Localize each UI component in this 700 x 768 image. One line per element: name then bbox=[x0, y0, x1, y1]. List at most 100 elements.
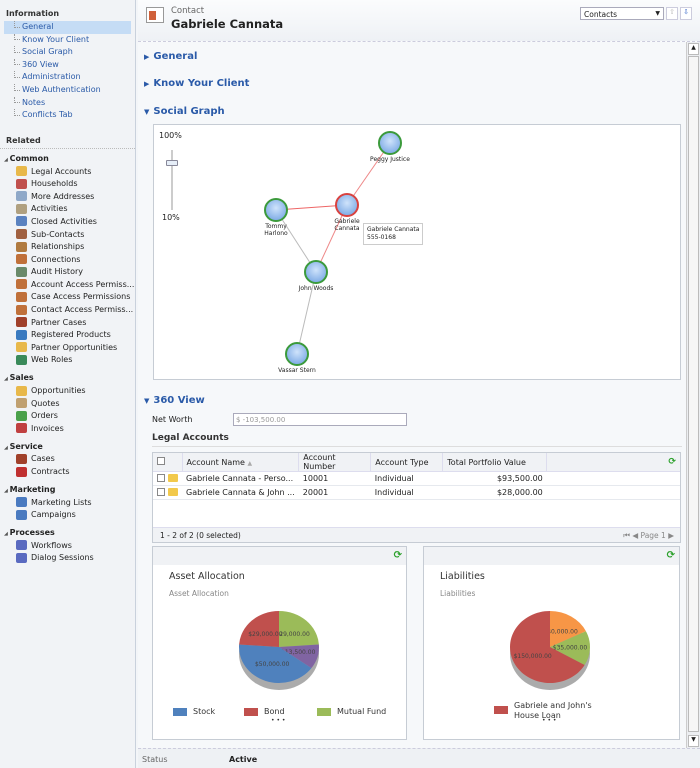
expand-icon: ▶ bbox=[144, 80, 150, 88]
sidebar-item-registered-products[interactable]: Registered Products bbox=[0, 328, 135, 341]
group-processes[interactable]: Processes bbox=[0, 527, 135, 539]
sidebar-item-label: Case Access Permissions bbox=[31, 292, 131, 302]
node-gabriele-cannata[interactable] bbox=[335, 193, 359, 217]
legend-more[interactable]: • • • bbox=[271, 717, 285, 724]
sidebar-item-label: Contact Access Permiss... bbox=[31, 305, 134, 315]
relationships-icon bbox=[16, 241, 27, 252]
legend-swatch bbox=[494, 706, 508, 714]
sidebar-link-360-view[interactable]: 360 View bbox=[4, 58, 131, 72]
cases-icon bbox=[16, 453, 27, 464]
node-john-woods[interactable] bbox=[304, 260, 328, 284]
column-total-portfolio-value[interactable]: Total Portfolio Value bbox=[442, 453, 548, 472]
node-peggy-justice[interactable] bbox=[378, 131, 402, 155]
sidebar-item-invoices[interactable]: Invoices bbox=[0, 422, 135, 435]
select-all-checkbox[interactable] bbox=[157, 457, 165, 465]
sidebar-item-activities[interactable]: Activities bbox=[0, 203, 135, 216]
previous-record-button[interactable]: ⇧ bbox=[666, 7, 678, 20]
vertical-scrollbar[interactable]: ▲ ▼ bbox=[686, 42, 700, 748]
section-title: 360 View bbox=[153, 395, 205, 406]
table-cell: 20001 bbox=[298, 485, 371, 500]
record-selector[interactable]: Contacts ▼ bbox=[580, 7, 664, 20]
sidebar-item-households[interactable]: Households bbox=[0, 177, 135, 190]
sidebar-item-web-roles[interactable]: Web Roles bbox=[0, 354, 135, 367]
column-account-name[interactable]: Account Name ▲ bbox=[182, 453, 300, 472]
sidebar-item-sub-contacts[interactable]: Sub-Contacts bbox=[0, 228, 135, 241]
first-page-icon[interactable]: ⏮ bbox=[623, 531, 630, 540]
permissions-icon bbox=[16, 291, 27, 302]
column-account-type[interactable]: Account Type bbox=[370, 453, 444, 472]
address-icon bbox=[16, 191, 27, 202]
sidebar-link-conflicts-tab[interactable]: Conflicts Tab bbox=[4, 109, 131, 122]
sidebar-item-cases[interactable]: Cases bbox=[0, 453, 135, 466]
previous-page-icon[interactable]: ◀ bbox=[632, 531, 638, 540]
row-checkbox[interactable] bbox=[157, 473, 165, 482]
sidebar-item-contact-access-permiss-[interactable]: Contact Access Permiss... bbox=[0, 303, 135, 316]
sidebar-item-legal-accounts[interactable]: Legal Accounts bbox=[0, 165, 135, 178]
group-marketing[interactable]: Marketing bbox=[0, 484, 135, 496]
folder-icon bbox=[168, 487, 178, 496]
sidebar-item-label: Workflows bbox=[31, 540, 72, 550]
sidebar-item-audit-history[interactable]: Audit History bbox=[0, 266, 135, 279]
node-vassar-stern[interactable] bbox=[285, 342, 309, 366]
section-360-view[interactable]: ▼ 360 View bbox=[144, 395, 205, 406]
pie-slice[interactable] bbox=[239, 611, 279, 647]
sidebar-item-campaigns[interactable]: Campaigns bbox=[0, 508, 135, 521]
row-checkbox[interactable] bbox=[157, 487, 165, 496]
sidebar-item-case-access-permissions[interactable]: Case Access Permissions bbox=[0, 291, 135, 304]
sidebar-item-more-addresses[interactable]: More Addresses bbox=[0, 190, 135, 203]
sidebar-item-opportunities[interactable]: Opportunities bbox=[0, 384, 135, 397]
node-tommy-harlono[interactable] bbox=[264, 198, 288, 222]
scroll-thumb[interactable] bbox=[688, 56, 699, 732]
section-know-your-client[interactable]: ▶ Know Your Client bbox=[144, 78, 249, 89]
record-header: Contact Gabriele Cannata Contacts ▼ ⇧ ⇩ bbox=[138, 0, 700, 42]
net-worth-field[interactable]: $ -103,500.00 bbox=[233, 413, 407, 426]
table-cell[interactable]: Gabriele Cannata - Perso... bbox=[182, 471, 299, 486]
sidebar-link-know-your-client[interactable]: Know Your Client bbox=[4, 33, 131, 47]
table-cell[interactable]: Gabriele Cannata & John ... bbox=[182, 485, 299, 500]
sidebar-link-social-graph[interactable]: Social Graph bbox=[4, 46, 131, 59]
scroll-up-button[interactable]: ▲ bbox=[688, 43, 699, 55]
sidebar-item-orders[interactable]: Orders bbox=[0, 409, 135, 422]
scroll-down-button[interactable]: ▼ bbox=[688, 735, 699, 747]
pie-slice[interactable] bbox=[279, 611, 319, 647]
sidebar-item-label: Contracts bbox=[31, 467, 70, 477]
page-number: Page 1 bbox=[640, 531, 666, 540]
sidebar-item-marketing-lists[interactable]: Marketing Lists bbox=[0, 496, 135, 509]
social-graph-canvas[interactable]: 100% 10% Peggy Justice Gabriele Cannata … bbox=[153, 124, 681, 380]
sidebar-link-general[interactable]: General bbox=[4, 21, 131, 34]
section-general[interactable]: ▶ General bbox=[144, 51, 197, 62]
sidebar-item-label: Activities bbox=[31, 204, 68, 214]
sidebar-item-contracts[interactable]: Contracts bbox=[0, 465, 135, 478]
related-heading: Related bbox=[0, 136, 135, 149]
sidebar-item-closed-activities[interactable]: Closed Activities bbox=[0, 215, 135, 228]
next-page-icon[interactable]: ▶ bbox=[668, 531, 674, 540]
sidebar-link-web-authentication[interactable]: Web Authentication bbox=[4, 83, 131, 97]
sidebar-item-partner-cases[interactable]: Partner Cases bbox=[0, 316, 135, 329]
sidebar-item-label: Sub-Contacts bbox=[31, 229, 85, 239]
sidebar-item-connections[interactable]: Connections bbox=[0, 253, 135, 266]
group-service[interactable]: Service bbox=[0, 441, 135, 453]
section-social-graph[interactable]: ▼ Social Graph bbox=[144, 106, 225, 117]
sidebar-link-notes[interactable]: Notes bbox=[4, 96, 131, 110]
group-sales[interactable]: Sales bbox=[0, 372, 135, 384]
sidebar-item-workflows[interactable]: Workflows bbox=[0, 539, 135, 552]
table-cell: $93,500.00 bbox=[442, 471, 547, 486]
table-cell: 10001 bbox=[298, 471, 371, 486]
column-account-number[interactable]: Account Number bbox=[298, 453, 372, 472]
sidebar-item-dialog-sessions[interactable]: Dialog Sessions bbox=[0, 552, 135, 565]
sidebar-item-account-access-permiss-[interactable]: Account Access Permiss... bbox=[0, 278, 135, 291]
legend-more[interactable]: • • • bbox=[542, 717, 556, 724]
information-heading: Information bbox=[6, 9, 60, 18]
next-record-button[interactable]: ⇩ bbox=[680, 7, 692, 20]
table-row[interactable]: Gabriele Cannata & John ... 20001 Individu… bbox=[153, 485, 680, 500]
folder-icon bbox=[168, 473, 178, 482]
table-row[interactable]: Gabriele Cannata - Perso... 10001 Individu… bbox=[153, 471, 680, 486]
refresh-icon[interactable]: ⟳ bbox=[668, 457, 676, 467]
sidebar-item-quotes[interactable]: Quotes bbox=[0, 397, 135, 410]
liabilities-chart: ⟳ Liabilities Liabilities $40,000.00 $35,… bbox=[423, 546, 680, 740]
group-common[interactable]: Common bbox=[0, 153, 135, 165]
sidebar-item-partner-opportunities[interactable]: Partner Opportunities bbox=[0, 341, 135, 354]
sidebar-item-relationships[interactable]: Relationships bbox=[0, 240, 135, 253]
sidebar-item-label: Opportunities bbox=[31, 386, 86, 396]
sidebar-link-administration[interactable]: Administration bbox=[4, 71, 131, 84]
